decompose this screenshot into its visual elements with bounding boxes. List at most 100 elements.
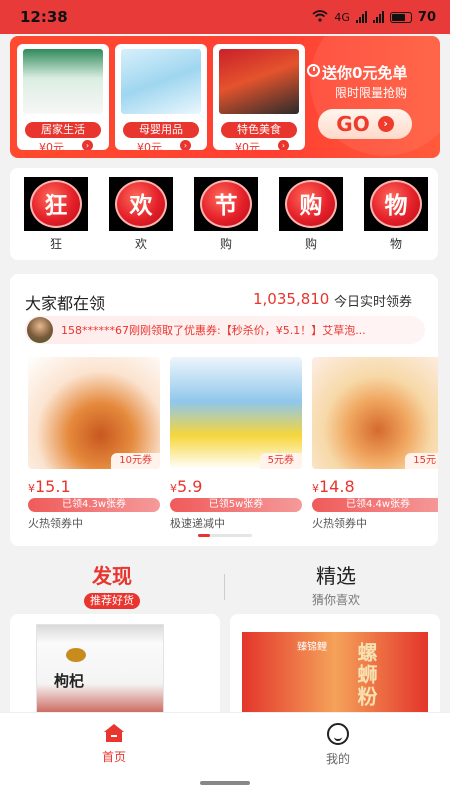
battery-icon	[389, 11, 412, 23]
promo-tag: 居家生活	[25, 122, 101, 138]
home-indicator	[200, 781, 250, 785]
home-goods-image	[23, 49, 103, 114]
chevron-right-icon: ›	[82, 140, 93, 150]
chevron-right-icon: ›	[377, 116, 394, 132]
promo-price: ¥0元	[39, 141, 64, 150]
festival-char: 狂	[30, 180, 82, 228]
festival-item[interactable]: 狂 狂	[24, 177, 88, 252]
festival-char: 物	[370, 180, 422, 228]
battery-percent: 70	[417, 9, 436, 25]
festival-label: 物	[389, 237, 402, 251]
network-label: 4G	[334, 10, 350, 24]
go-button[interactable]: GO ›	[318, 109, 412, 139]
promo-card-baby[interactable]: 母婴用品 ¥0元 ›	[115, 44, 207, 150]
carousel-indicator-active	[198, 534, 210, 537]
tab-selected[interactable]: 精选 猜你喜欢	[300, 560, 372, 608]
product-price: ¥14.8	[312, 477, 355, 496]
promo-card-home[interactable]: 居家生活 ¥0元 ›	[17, 44, 109, 150]
festival-item[interactable]: 物 物	[364, 177, 428, 252]
claims-count: 1,035,810	[253, 290, 330, 308]
coupon-badge: 5元券	[259, 453, 302, 469]
home-icon	[103, 723, 125, 743]
product-price: ¥15.1	[28, 477, 71, 496]
status-bar: 12:38 4G 70	[0, 0, 450, 34]
promo-price: ¥0元	[137, 141, 162, 150]
noodle-product-image: 臻锦鲤 螺蛳粉	[242, 632, 428, 724]
banner-title: 送你0元免单	[322, 64, 408, 82]
banner-subtitle: 限时限量抢购	[335, 86, 408, 100]
status-icons: 4G 70	[312, 10, 436, 25]
festival-tile: 购	[279, 177, 343, 231]
tab-divider	[224, 574, 225, 600]
festival-char: 欢	[115, 180, 167, 228]
coupon-badge: 15元	[405, 453, 438, 469]
festival-item[interactable]: 购 购	[279, 177, 343, 252]
carousel-indicator	[198, 534, 252, 537]
claimed-progress: 已领4.4w张券	[312, 498, 438, 512]
feed-card[interactable]: 枸杞	[10, 614, 220, 724]
claims-count-label: 今日实时领券	[334, 295, 413, 310]
signal-icon-2	[372, 11, 384, 23]
product-card[interactable]: 10元券 ¥15.1 已领4.3w张券 火热领券中	[28, 357, 160, 531]
nav-mine[interactable]: 我的	[316, 723, 360, 767]
festival-label: 欢	[134, 237, 147, 251]
festival-tile: 物	[364, 177, 428, 231]
brand-logo	[66, 648, 86, 662]
tab-selected-title: 精选	[316, 564, 356, 588]
product-price-value: 15.1	[35, 477, 71, 496]
product-status: 火热领券中	[312, 517, 367, 530]
claims-section: 大家都在领 1,035,810 今日实时领券 158******67刚刚领取了优…	[10, 274, 438, 546]
tab-discover[interactable]: 发现 推荐好货	[76, 560, 148, 609]
claim-ticker[interactable]: 158******67刚刚领取了优惠券:【秒杀价，¥5.1！】艾草泡...	[25, 316, 425, 344]
promo-price: ¥0元	[235, 141, 260, 150]
product-card[interactable]: 15元 ¥14.8 已领4.4w张券 火热领券中	[312, 357, 438, 531]
bottom-nav: 首页 我的	[0, 712, 450, 800]
festival-char: 节	[200, 180, 252, 228]
festival-item[interactable]: 节 购	[194, 177, 258, 252]
product-price-value: 14.8	[319, 477, 355, 496]
feed-card[interactable]: 臻锦鲤 螺蛳粉	[230, 614, 440, 724]
product-price-value: 5.9	[177, 477, 203, 496]
festival-item[interactable]: 欢 欢	[109, 177, 173, 252]
wifi-icon	[312, 9, 328, 25]
promo-tag: 特色美食	[221, 122, 297, 138]
feed-item-title: 枸杞	[54, 672, 85, 690]
product-image: 10元券	[28, 357, 160, 469]
festival-tile: 欢	[109, 177, 173, 231]
promo-card-food[interactable]: 特色美食 ¥0元 ›	[213, 44, 305, 150]
festival-row: 狂 狂 欢 欢 节 购 购 购 物 物	[10, 168, 438, 260]
claims-title: 大家都在领	[25, 294, 106, 313]
clock-icon	[307, 64, 320, 77]
festival-tile: 狂	[24, 177, 88, 231]
status-time: 12:38	[20, 8, 68, 26]
festival-label: 购	[219, 237, 232, 251]
claimed-progress: 已领5w张券	[170, 498, 302, 512]
ticker-text: 158******67刚刚领取了优惠券:【秒杀价，¥5.1！】艾草泡...	[61, 324, 366, 337]
tab-selected-sub: 猜你喜欢	[311, 593, 360, 607]
festival-label: 购	[304, 237, 317, 251]
free-order-banner[interactable]: 居家生活 ¥0元 › 母婴用品 ¥0元 › 特色美食 ¥0元 › 送你0元免单 …	[10, 36, 440, 158]
feed-item-title: 螺蛳粉	[354, 642, 378, 708]
claimed-progress: 已领4.3w张券	[28, 498, 160, 512]
festival-char: 购	[285, 180, 337, 228]
section-tabs: 发现 推荐好货 精选 猜你喜欢	[0, 560, 450, 616]
coupon-badge: 10元券	[111, 453, 160, 469]
product-status: 极速递减中	[170, 517, 225, 530]
chevron-right-icon: ›	[278, 140, 289, 150]
tab-discover-sub: 推荐好货	[84, 593, 140, 609]
product-image: 15元	[312, 357, 438, 469]
nav-home[interactable]: 首页	[92, 723, 136, 765]
festival-label: 狂	[49, 237, 62, 251]
avatar	[27, 317, 53, 343]
chevron-right-icon: ›	[180, 140, 191, 150]
promo-tag: 母婴用品	[123, 122, 199, 138]
smile-icon	[327, 723, 349, 745]
nav-home-label: 首页	[101, 750, 126, 764]
product-card[interactable]: 5元券 ¥5.9 已领5w张券 极速递减中	[170, 357, 302, 531]
product-status: 火热领券中	[28, 517, 83, 530]
go-label: GO	[336, 112, 370, 136]
tab-discover-title: 发现	[92, 564, 132, 588]
signal-icon	[355, 11, 367, 23]
festival-tile: 节	[194, 177, 258, 231]
product-image: 5元券	[170, 357, 302, 469]
